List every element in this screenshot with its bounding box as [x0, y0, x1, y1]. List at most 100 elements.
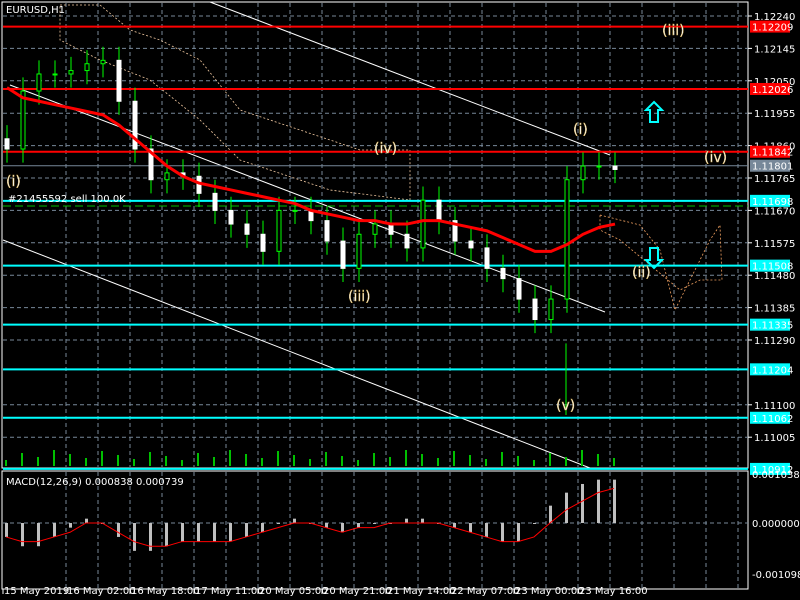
volume-bar	[533, 460, 535, 466]
order-label: #21455592 sell 100.0K	[8, 194, 126, 205]
price-tick-label: 1.11290	[754, 336, 795, 347]
candle-body	[612, 165, 618, 170]
price-tick-label: 1.11765	[754, 174, 795, 185]
volume-bar	[261, 458, 263, 466]
macd-histogram-bar	[229, 523, 232, 542]
price-label: 1.11698	[752, 197, 793, 208]
macd-histogram-bar	[501, 523, 504, 542]
macd-histogram-bar	[341, 523, 344, 533]
wave-label: (v)	[556, 398, 575, 414]
candle-body	[580, 165, 586, 181]
candle-body	[68, 70, 74, 75]
volume-bar	[245, 454, 247, 466]
wave-label: (i)	[573, 122, 588, 138]
candle-body	[404, 233, 410, 249]
candle-body	[228, 209, 234, 225]
macd-histogram-bar	[357, 523, 360, 528]
time-tick-label: 20 May 05:00	[259, 586, 328, 597]
trading-chart[interactable]: 1.122401.121451.120501.119551.118601.117…	[0, 0, 800, 600]
macd-histogram-bar	[85, 518, 88, 523]
candle-body	[244, 223, 250, 235]
volume-bar	[229, 450, 231, 466]
candle-body	[516, 278, 522, 300]
candle-body	[292, 209, 298, 212]
macd-histogram-bar	[517, 523, 520, 542]
volume-bar	[453, 451, 455, 466]
price-label: 1.11842	[752, 148, 793, 159]
volume-bar	[581, 450, 583, 466]
macd-tick-label: 0.001038	[752, 470, 800, 481]
macd-histogram-bar	[421, 518, 424, 523]
candle-body	[340, 240, 346, 269]
volume-bar	[405, 450, 407, 466]
candle-body	[500, 267, 506, 280]
volume-bar	[565, 457, 567, 466]
volume-bar	[437, 458, 439, 466]
wave-label: (ii)	[632, 265, 651, 281]
time-tick-label: 16 May 02:00	[67, 586, 136, 597]
price-label: 1.11801	[752, 162, 793, 173]
ichimoku-cloud	[599, 214, 723, 312]
macd-histogram-bar	[549, 505, 552, 523]
candle-body	[260, 233, 266, 252]
symbol-label: EURUSD,H1	[6, 5, 65, 16]
volume-bar	[293, 455, 295, 466]
volume-bar	[549, 453, 551, 466]
price-tick-label: 1.11575	[754, 239, 795, 250]
candle-body	[388, 223, 394, 235]
macd-label: MACD(12,26,9) 0.000838 0.000739	[6, 477, 184, 488]
wave-label: (iii)	[662, 23, 685, 39]
price-label: 1.11204	[752, 365, 793, 376]
candle-body	[20, 90, 26, 150]
volume-bar	[389, 457, 391, 466]
macd-histogram-bar	[133, 523, 136, 551]
volume-bar	[197, 453, 199, 466]
candle-body	[4, 138, 10, 150]
macd-histogram-bar	[533, 523, 536, 524]
channel-line	[209, 1, 611, 156]
volume-bar	[165, 456, 167, 466]
macd-histogram-bar	[613, 479, 616, 523]
macd-histogram-bar	[293, 518, 296, 523]
volume-bar	[21, 453, 23, 466]
volume-bar	[469, 455, 471, 466]
volume-bar	[117, 455, 119, 466]
arrow-up-icon	[643, 100, 665, 123]
macd-histogram-bar	[469, 523, 472, 533]
price-label: 1.12209	[752, 23, 793, 34]
candle-body	[324, 220, 330, 242]
macd-tick-label: 0.000000	[752, 519, 800, 530]
macd-histogram-bar	[485, 523, 488, 537]
time-tick-label: 23 May 00:00	[515, 586, 584, 597]
price-tick-label: 1.11100	[754, 401, 795, 412]
volume-bar	[341, 456, 343, 466]
volume-bar	[69, 454, 71, 466]
candle-body	[276, 209, 282, 252]
price-label: 1.11062	[752, 414, 793, 425]
macd-histogram-bar	[373, 523, 376, 524]
candle-body	[212, 192, 218, 211]
wave-label: (iv)	[704, 150, 727, 166]
time-tick-label: 16 May 18:00	[131, 586, 200, 597]
macd-signal-line	[5, 487, 615, 547]
candle-body	[36, 73, 42, 92]
macd-histogram-bar	[5, 523, 8, 537]
macd-histogram-bar	[565, 492, 568, 523]
volume-bar	[37, 457, 39, 466]
time-tick-label: 15 May 2019	[4, 586, 69, 597]
candle-body	[52, 73, 58, 76]
macd-histogram-bar	[37, 523, 40, 547]
candle-body	[468, 240, 474, 249]
volume-bar	[597, 454, 599, 466]
candle-body	[548, 298, 554, 321]
price-label: 1.11335	[752, 321, 793, 332]
macd-histogram-bar	[277, 523, 280, 524]
candle-body	[596, 165, 602, 168]
time-tick-label: 20 May 21:00	[323, 586, 392, 597]
volume-bar	[101, 451, 103, 466]
volume-bar	[5, 460, 7, 466]
macd-histogram-bar	[165, 523, 168, 547]
macd-histogram-bar	[117, 523, 120, 537]
time-tick-label: 17 May 11:00	[195, 586, 264, 597]
volume-bar	[373, 453, 375, 466]
